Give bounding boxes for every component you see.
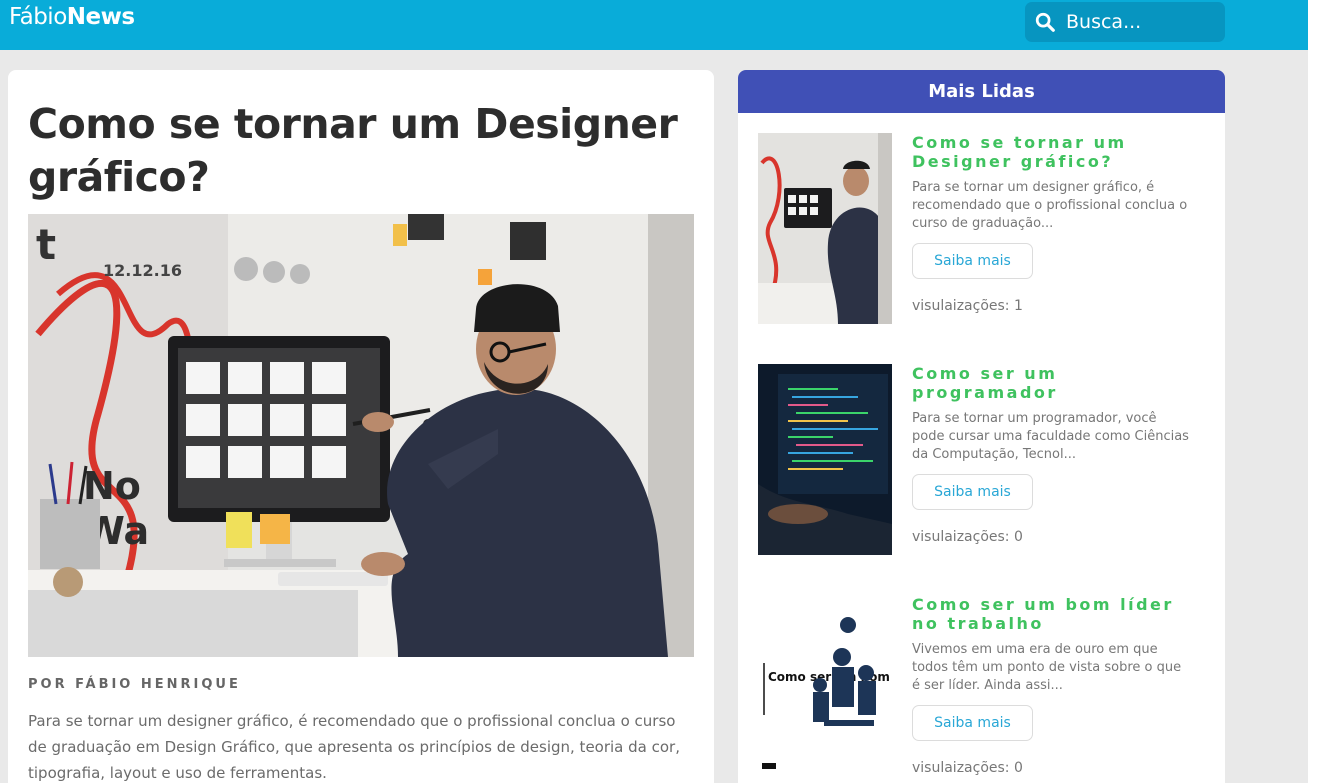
- post-title[interactable]: Como ser um programador: [912, 364, 1202, 402]
- post-thumbnail[interactable]: [758, 364, 892, 555]
- article-title: Como se tornar um Designer gráfico?: [28, 100, 678, 201]
- post-thumbnail[interactable]: Como ser um bom líder: [758, 595, 892, 783]
- post-views: visulaizações: 1: [912, 298, 1023, 314]
- search-input[interactable]: [1066, 11, 1216, 33]
- logo-light-text: Fábio: [9, 4, 67, 30]
- article-author: POR FÁBIO HENRIQUE: [28, 677, 241, 692]
- page-edge: [1308, 0, 1341, 783]
- post-summary: Para se tornar um programador, você pode…: [912, 411, 1189, 462]
- post-summary: Vivemos em uma era de ouro em que todos …: [912, 642, 1182, 693]
- post-summary: Para se tornar um designer gráfico, é re…: [912, 180, 1188, 231]
- top-navbar: FábioNews: [0, 0, 1308, 50]
- post-views: visulaizações: 0: [912, 529, 1023, 545]
- site-logo[interactable]: FábioNews: [9, 4, 135, 30]
- post-thumbnail[interactable]: [758, 133, 892, 324]
- search-icon: [1035, 12, 1055, 32]
- article-excerpt: Para se tornar um designer gráfico, é re…: [28, 712, 680, 782]
- read-more-button[interactable]: Saiba mais: [912, 705, 1033, 741]
- svg-text:12.12.16: 12.12.16: [103, 261, 182, 280]
- sidebar-heading: Mais Lidas: [738, 70, 1225, 113]
- logo-bold-text: News: [66, 4, 135, 30]
- post-views: visulaizações: 0: [912, 760, 1023, 776]
- article-hero-image: t 12.12.16 No Wa: [28, 214, 694, 657]
- post-title[interactable]: Como ser um bom líder no trabalho: [912, 595, 1202, 633]
- post-title[interactable]: Como se tornar um Designer gráfico?: [912, 133, 1202, 171]
- svg-text:t: t: [36, 220, 56, 269]
- read-more-button[interactable]: Saiba mais: [912, 243, 1033, 279]
- read-more-button[interactable]: Saiba mais: [912, 474, 1033, 510]
- search-box[interactable]: [1025, 2, 1225, 42]
- sidebar-most-read: Mais Lidas Como se tornar um Designer gr…: [738, 70, 1225, 783]
- article-card: Como se tornar um Designer gráfico? t 12…: [8, 70, 714, 783]
